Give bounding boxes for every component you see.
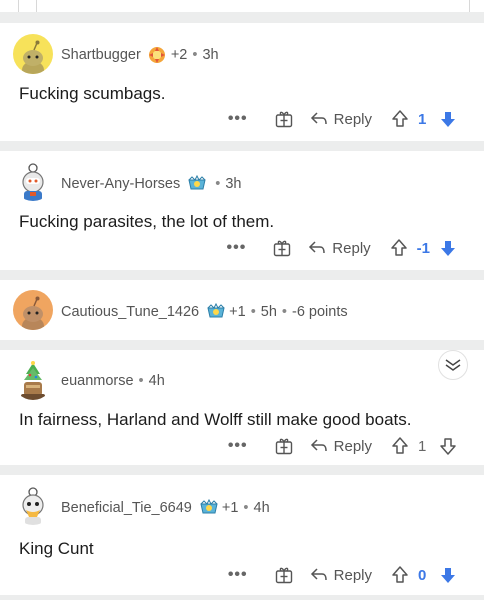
comment-card[interactable]: euanmorse • 4h In fairness, Harland and …: [0, 350, 484, 465]
comment-meta: euanmorse • 4h: [61, 373, 165, 389]
username[interactable]: Never-Any-Horses: [61, 176, 180, 192]
username[interactable]: euanmorse: [61, 373, 134, 389]
separator-dot: •: [215, 176, 221, 192]
username[interactable]: Shartbugger: [61, 47, 141, 63]
reply-button[interactable]: Reply: [308, 239, 371, 257]
reply-icon: [309, 241, 326, 254]
award-icon: [205, 302, 225, 322]
comment-meta: Shartbugger +2 • 3h: [61, 45, 219, 65]
more-icon[interactable]: •••: [228, 437, 248, 455]
upvote-icon[interactable]: [390, 436, 410, 456]
collapse-chevron-icon[interactable]: [438, 350, 468, 380]
comment-text: Fucking parasites, the lot of them.: [19, 212, 275, 231]
timestamp: 3h: [202, 47, 219, 63]
comment-meta: Beneficial_Tie_6649 +1 • 4h: [61, 498, 270, 518]
downvote-icon[interactable]: [438, 436, 458, 456]
reply-label: Reply: [333, 566, 372, 584]
downvote-icon[interactable]: [438, 238, 458, 258]
avatar[interactable]: [13, 485, 53, 525]
downvote-icon[interactable]: [438, 109, 458, 129]
separator-dot: •: [243, 500, 249, 516]
upvote-icon[interactable]: [390, 565, 410, 585]
separator-dot: •: [250, 304, 256, 320]
more-icon[interactable]: •••: [226, 239, 246, 257]
comment-text: In fairness, Harland and Wolff still mak…: [19, 410, 412, 429]
reply-label: Reply: [332, 239, 371, 257]
reply-icon: [310, 112, 327, 125]
comment-meta: Never-Any-Horses • 3h: [61, 174, 241, 194]
points: -6 points: [291, 304, 348, 320]
separator-dot: •: [281, 304, 287, 320]
comment-text: King Cunt: [19, 539, 94, 558]
vote-count: 0: [418, 566, 427, 584]
award-icon: [198, 498, 218, 518]
previous-comment-stub: [0, 0, 484, 12]
comment-actions: ••• Reply 0: [228, 563, 458, 587]
comment-actions: ••• Reply 1: [228, 107, 458, 131]
score-suffix: +1: [221, 500, 239, 516]
username[interactable]: Beneficial_Tie_6649: [61, 500, 192, 516]
reply-label: Reply: [333, 110, 372, 128]
more-icon[interactable]: •••: [228, 110, 248, 128]
gift-icon[interactable]: [274, 436, 294, 456]
thread-line: [469, 0, 470, 12]
thread-line: [36, 0, 37, 12]
collapsed-comment-card[interactable]: Cautious_Tune_1426 +1 • 5h • -6 points: [0, 280, 484, 340]
reply-icon: [310, 439, 327, 452]
comment-text: Fucking scumbags.: [19, 84, 166, 103]
gift-icon[interactable]: [274, 109, 294, 129]
upvote-icon[interactable]: [390, 109, 410, 129]
reply-button[interactable]: Reply: [310, 438, 372, 455]
upvote-icon[interactable]: [389, 238, 409, 258]
timestamp: 4h: [253, 500, 270, 516]
comment-card[interactable]: Beneficial_Tie_6649 +1 • 4h King Cunt ••…: [0, 475, 484, 595]
gift-icon[interactable]: [274, 565, 294, 585]
vote-count: 1: [418, 110, 427, 128]
downvote-icon[interactable]: [438, 565, 458, 585]
comment-actions: ••• Reply -1: [226, 236, 458, 260]
reply-label: Reply: [333, 437, 372, 455]
separator-dot: •: [138, 373, 144, 389]
avatar[interactable]: [13, 360, 53, 400]
reply-icon: [310, 568, 327, 581]
vote-count: 1: [418, 437, 427, 455]
comment-card[interactable]: Never-Any-Horses • 3h Fucking parasites,…: [0, 151, 484, 270]
more-icon[interactable]: •••: [228, 566, 248, 584]
avatar[interactable]: [13, 290, 53, 330]
comment-meta: Cautious_Tune_1426 +1 • 5h • -6 points: [61, 302, 348, 322]
comment-actions: ••• Reply 1: [228, 434, 458, 458]
thread-line: [18, 0, 19, 12]
award-icon: [147, 45, 167, 65]
score-suffix: +1: [229, 304, 246, 320]
reply-button[interactable]: Reply: [310, 567, 372, 584]
username[interactable]: Cautious_Tune_1426: [61, 304, 199, 320]
avatar[interactable]: [13, 161, 53, 201]
reply-button[interactable]: Reply: [310, 111, 372, 128]
timestamp: 5h: [260, 304, 277, 320]
timestamp: 4h: [148, 373, 165, 389]
vote-count: -1: [416, 239, 430, 257]
award-icon: [186, 174, 206, 194]
avatar[interactable]: [13, 34, 53, 74]
comment-card[interactable]: Shartbugger +2 • 3h Fucking scumbags. ••…: [0, 23, 484, 141]
score-suffix: +2: [170, 47, 188, 63]
timestamp: 3h: [225, 176, 242, 192]
separator-dot: •: [192, 47, 198, 63]
gift-icon[interactable]: [272, 238, 292, 258]
